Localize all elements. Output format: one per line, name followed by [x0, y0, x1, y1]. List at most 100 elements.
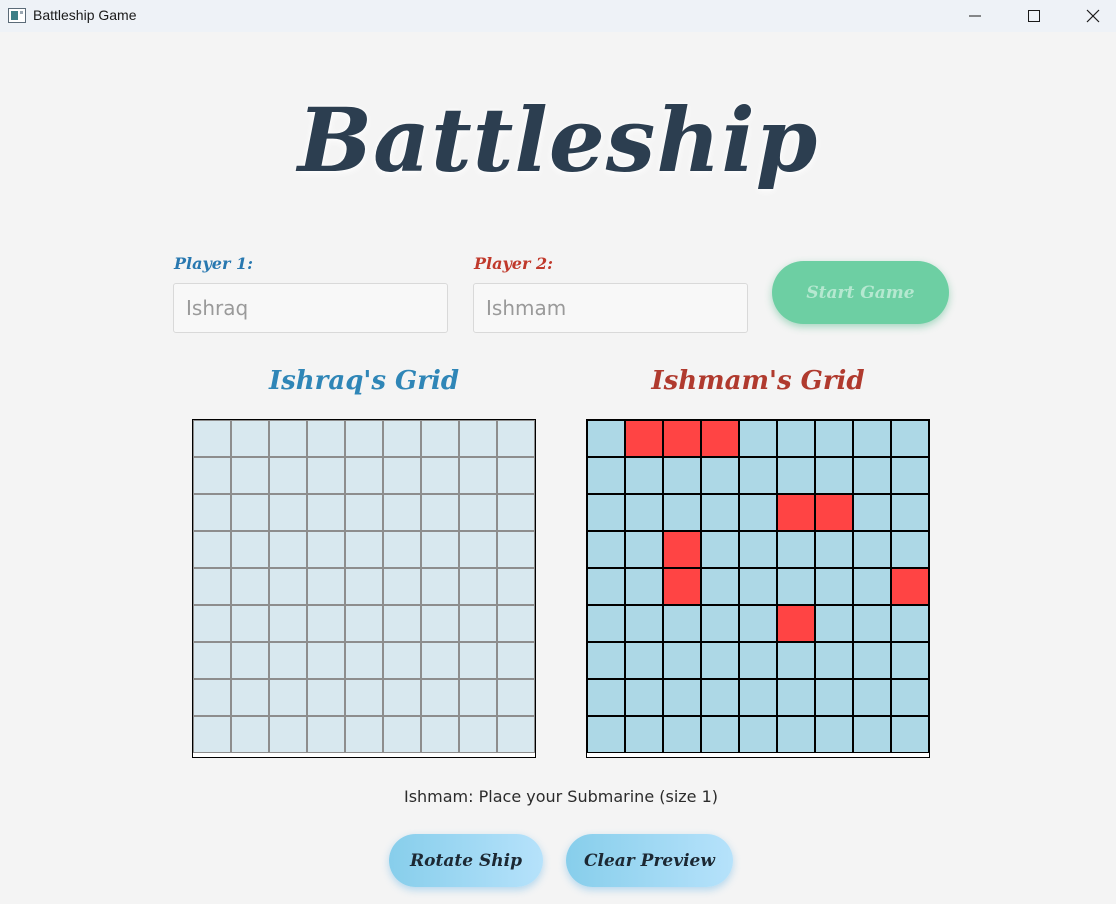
player1-grid-cell[interactable] — [497, 716, 535, 753]
player2-grid-cell[interactable] — [777, 494, 815, 531]
player1-grid-cell[interactable] — [345, 420, 383, 457]
player1-grid-cell[interactable] — [269, 568, 307, 605]
player1-grid-cell[interactable] — [193, 494, 231, 531]
player2-grid-cell[interactable] — [587, 642, 625, 679]
rotate-ship-button[interactable]: Rotate Ship — [389, 834, 543, 887]
player1-grid-cell[interactable] — [269, 605, 307, 642]
player2-grid-cell[interactable] — [739, 420, 777, 457]
player2-grid-cell[interactable] — [853, 494, 891, 531]
player2-grid-cell[interactable] — [701, 420, 739, 457]
player2-grid-cell[interactable] — [853, 420, 891, 457]
player1-grid-cell[interactable] — [345, 605, 383, 642]
player1-grid-cell[interactable] — [231, 679, 269, 716]
player2-grid-cell[interactable] — [625, 531, 663, 568]
player1-grid-cell[interactable] — [345, 642, 383, 679]
player2-grid-cell[interactable] — [777, 605, 815, 642]
maximize-button[interactable] — [1005, 0, 1063, 32]
player2-grid-cell[interactable] — [625, 457, 663, 494]
player1-grid-cell[interactable] — [383, 494, 421, 531]
player2-name-input[interactable] — [473, 283, 748, 333]
player1-grid-cell[interactable] — [193, 716, 231, 753]
player2-grid-cell[interactable] — [777, 531, 815, 568]
player2-grid-cell[interactable] — [587, 420, 625, 457]
player1-grid-cell[interactable] — [231, 494, 269, 531]
player1-grid-cell[interactable] — [307, 494, 345, 531]
player1-grid-cell[interactable] — [269, 420, 307, 457]
player2-grid-cell[interactable] — [815, 568, 853, 605]
player2-grid-cell[interactable] — [853, 716, 891, 753]
player1-grid-cell[interactable] — [269, 679, 307, 716]
player2-grid-cell[interactable] — [625, 679, 663, 716]
player2-grid-cell[interactable] — [663, 420, 701, 457]
player2-grid-cell[interactable] — [625, 420, 663, 457]
player1-grid-cell[interactable] — [231, 420, 269, 457]
player1-grid-cell[interactable] — [459, 531, 497, 568]
player2-grid-cell[interactable] — [663, 679, 701, 716]
player2-grid-cell[interactable] — [739, 568, 777, 605]
player1-grid-cell[interactable] — [193, 642, 231, 679]
player1-grid-cell[interactable] — [345, 568, 383, 605]
player1-grid-cell[interactable] — [269, 531, 307, 568]
player2-grid-cell[interactable] — [815, 494, 853, 531]
player2-grid-cell[interactable] — [701, 642, 739, 679]
player1-grid-cell[interactable] — [459, 420, 497, 457]
player1-grid-cell[interactable] — [421, 494, 459, 531]
player2-grid-cell[interactable] — [625, 716, 663, 753]
player1-grid-cell[interactable] — [383, 531, 421, 568]
player1-grid-cell[interactable] — [421, 457, 459, 494]
player2-grid-cell[interactable] — [891, 679, 929, 716]
player2-grid-cell[interactable] — [853, 605, 891, 642]
player1-grid-cell[interactable] — [193, 679, 231, 716]
player1-name-input[interactable] — [173, 283, 448, 333]
player2-grid-cell[interactable] — [853, 679, 891, 716]
player2-grid-cell[interactable] — [625, 494, 663, 531]
player1-grid-cell[interactable] — [269, 494, 307, 531]
player2-grid-cell[interactable] — [777, 420, 815, 457]
player2-grid-cell[interactable] — [891, 457, 929, 494]
player1-grid-cell[interactable] — [459, 605, 497, 642]
player2-grid-cell[interactable] — [891, 716, 929, 753]
player2-grid-cell[interactable] — [777, 642, 815, 679]
player1-grid-cell[interactable] — [383, 420, 421, 457]
player2-grid-cell[interactable] — [701, 568, 739, 605]
player2-grid-cell[interactable] — [587, 531, 625, 568]
player1-grid-cell[interactable] — [193, 531, 231, 568]
player2-grid-cell[interactable] — [891, 494, 929, 531]
minimize-button[interactable] — [946, 0, 1004, 32]
player1-grid-cell[interactable] — [269, 457, 307, 494]
player1-grid-cell[interactable] — [345, 531, 383, 568]
player1-grid-cell[interactable] — [421, 642, 459, 679]
player2-grid-cell[interactable] — [891, 420, 929, 457]
player2-grid-cell[interactable] — [739, 494, 777, 531]
player2-grid-cell[interactable] — [853, 457, 891, 494]
player2-grid-cell[interactable] — [815, 457, 853, 494]
player1-grid-cell[interactable] — [497, 642, 535, 679]
player2-grid-cell[interactable] — [587, 568, 625, 605]
player1-grid-cell[interactable] — [459, 642, 497, 679]
player1-grid-cell[interactable] — [307, 605, 345, 642]
player2-grid-cell[interactable] — [739, 716, 777, 753]
player2-grid-cell[interactable] — [815, 716, 853, 753]
player1-grid-cell[interactable] — [383, 716, 421, 753]
player2-grid-cell[interactable] — [853, 568, 891, 605]
player2-grid-cell[interactable] — [663, 568, 701, 605]
player1-grid-cell[interactable] — [421, 568, 459, 605]
player2-grid-cell[interactable] — [701, 457, 739, 494]
player1-grid-cell[interactable] — [307, 420, 345, 457]
player2-grid-cell[interactable] — [701, 679, 739, 716]
player1-grid-cell[interactable] — [231, 605, 269, 642]
player1-grid-cell[interactable] — [497, 457, 535, 494]
clear-preview-button[interactable]: Clear Preview — [566, 834, 733, 887]
player1-grid-cell[interactable] — [421, 716, 459, 753]
player2-grid-cell[interactable] — [625, 568, 663, 605]
player1-grid-cell[interactable] — [269, 642, 307, 679]
player1-grid-cell[interactable] — [459, 494, 497, 531]
player1-grid-cell[interactable] — [231, 568, 269, 605]
player1-grid-cell[interactable] — [383, 457, 421, 494]
player1-grid-cell[interactable] — [459, 457, 497, 494]
player2-grid-cell[interactable] — [701, 716, 739, 753]
player2-grid-cell[interactable] — [587, 494, 625, 531]
player2-grid-cell[interactable] — [815, 642, 853, 679]
player2-grid-cell[interactable] — [663, 494, 701, 531]
player2-grid-cell[interactable] — [701, 531, 739, 568]
